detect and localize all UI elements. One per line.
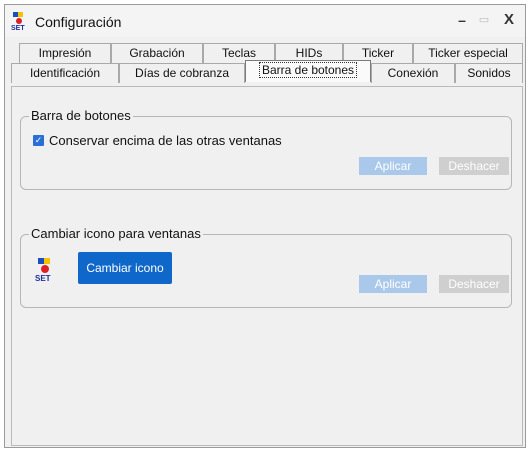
tab-ticker-especial[interactable]: Ticker especial	[413, 43, 523, 63]
window-title: Configuración	[35, 14, 122, 30]
title-bar: SET Configuración – ▭ X	[5, 5, 525, 37]
tab-dias-de-cobranza[interactable]: Días de cobranza	[119, 63, 245, 83]
tab-sonidos[interactable]: Sonidos	[455, 63, 523, 83]
tab-panel: Barra de botones ✓ Conservar encima de l…	[11, 86, 523, 446]
tab-barra-de-botones-label: Barra de botones	[258, 62, 358, 78]
toolbar-undo-button[interactable]: Deshacer	[439, 157, 509, 175]
icon-group-title: Cambiar icono para ventanas	[29, 226, 203, 241]
icon-group: Cambiar icono para ventanas SET Cambiar …	[20, 226, 512, 308]
change-icon-button[interactable]: Cambiar icono	[78, 252, 172, 284]
icon-undo-button[interactable]: Deshacer	[439, 275, 509, 293]
set-app-icon: SET	[11, 12, 25, 31]
toolbar-group: Barra de botones ✓ Conservar encima de l…	[20, 108, 512, 190]
keep-on-top-checkbox[interactable]: ✓	[33, 135, 44, 146]
icon-apply-button[interactable]: Aplicar	[359, 275, 427, 293]
maximize-button[interactable]: ▭	[475, 10, 493, 30]
tab-impresion[interactable]: Impresión	[19, 43, 111, 63]
set-logo-text: SET	[35, 274, 51, 282]
close-button[interactable]: X	[500, 10, 518, 30]
tab-row-2: Identificación Días de cobranza Barra de…	[5, 60, 525, 83]
configuracion-window: SET Configuración – ▭ X Impresión Grabac…	[4, 4, 526, 448]
tab-identificacion[interactable]: Identificación	[11, 63, 119, 83]
svg-text:SET: SET	[11, 25, 25, 31]
tab-grabacion[interactable]: Grabación	[111, 43, 203, 63]
toolbar-apply-button[interactable]: Aplicar	[359, 157, 427, 175]
tab-conexion[interactable]: Conexión	[371, 63, 455, 83]
set-logo-icon: SET	[35, 258, 51, 282]
minimize-button[interactable]: –	[453, 10, 471, 30]
keep-on-top-label[interactable]: Conservar encima de las otras ventanas	[49, 133, 282, 148]
toolbar-group-title: Barra de botones	[29, 108, 133, 123]
tab-barra-de-botones[interactable]: Barra de botones	[245, 60, 371, 82]
